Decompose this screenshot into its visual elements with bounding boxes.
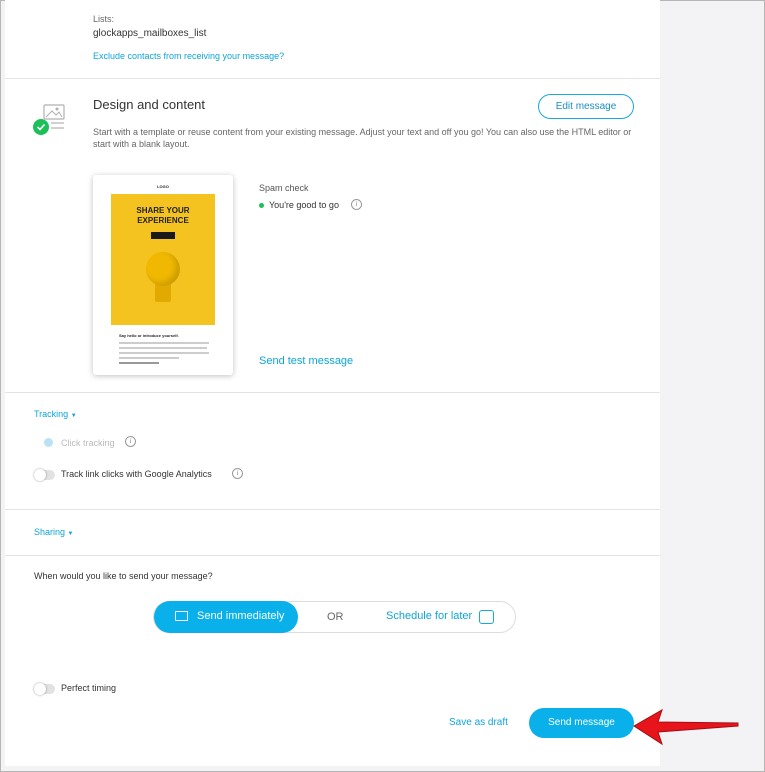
or-separator: OR (327, 611, 344, 623)
preview-text-line (119, 347, 207, 349)
send-immediately-label: Send immediately (197, 610, 285, 622)
tracking-toggle[interactable]: Tracking ▼ (34, 409, 77, 419)
spam-status-dot (259, 203, 264, 208)
lists-label: Lists: (93, 14, 115, 24)
google-analytics-toggle[interactable] (34, 469, 55, 481)
spam-check-status: You're good to go (269, 200, 339, 210)
sharing-label: Sharing (34, 527, 66, 537)
preview-intro: Say hello or introduce yourself. (119, 333, 179, 338)
preview-text-line (119, 357, 179, 359)
design-section-title: Design and content (93, 97, 206, 112)
calendar-clock-icon (479, 610, 494, 624)
sharing-toggle[interactable]: Sharing ▼ (34, 527, 74, 537)
send-test-message-link[interactable]: Send test message (259, 355, 353, 367)
envelope-icon (175, 611, 188, 621)
divider (5, 555, 660, 556)
divider (5, 392, 660, 393)
design-content-icon (31, 104, 69, 138)
save-as-draft-button[interactable]: Save as draft (449, 717, 508, 728)
design-description: Start with a template or reuse content f… (93, 127, 632, 149)
click-tracking-radio[interactable] (44, 438, 53, 447)
preview-text-line (119, 342, 209, 344)
info-icon[interactable]: i (125, 436, 136, 447)
email-preview-thumbnail[interactable]: LOGO SHARE YOUR EXPERIENCE Say hello or … (93, 175, 233, 375)
click-tracking-label: Click tracking (61, 438, 115, 448)
send-message-button[interactable]: Send message (529, 708, 634, 738)
preview-text-line (119, 352, 209, 354)
preview-text-line (119, 362, 159, 364)
divider (5, 509, 660, 510)
info-icon[interactable]: i (232, 468, 243, 479)
perfect-timing-toggle[interactable] (34, 683, 55, 695)
send-time-question: When would you like to send your message… (34, 571, 213, 581)
divider (5, 78, 660, 79)
edit-message-button[interactable]: Edit message (538, 94, 634, 119)
info-icon[interactable]: i (351, 199, 362, 210)
send-time-selector: Send immediately OR Schedule for later (153, 601, 516, 633)
schedule-later-button[interactable]: Schedule for later (386, 610, 472, 622)
toggle-knob (34, 469, 46, 481)
preview-headline: SHARE YOUR EXPERIENCE (136, 206, 190, 225)
send-immediately-button[interactable]: Send immediately (154, 601, 298, 633)
lightbulb-icon (146, 252, 180, 286)
preview-logo: LOGO (157, 184, 169, 189)
google-analytics-label: Track link clicks with Google Analytics (61, 469, 212, 479)
tracking-label: Tracking (34, 409, 69, 419)
lists-value: glockapps_mailboxes_list (93, 28, 207, 39)
spam-check-label: Spam check (259, 183, 309, 193)
caret-down-icon: ▼ (70, 413, 77, 419)
annotation-arrow-icon (633, 708, 739, 746)
preview-hero: SHARE YOUR EXPERIENCE (111, 194, 215, 325)
exclude-contacts-link[interactable]: Exclude contacts from receiving your mes… (93, 51, 284, 61)
preview-button (151, 232, 175, 239)
perfect-timing-label: Perfect timing (61, 683, 117, 693)
toggle-knob (34, 683, 46, 695)
caret-down-icon: ▼ (67, 531, 74, 537)
